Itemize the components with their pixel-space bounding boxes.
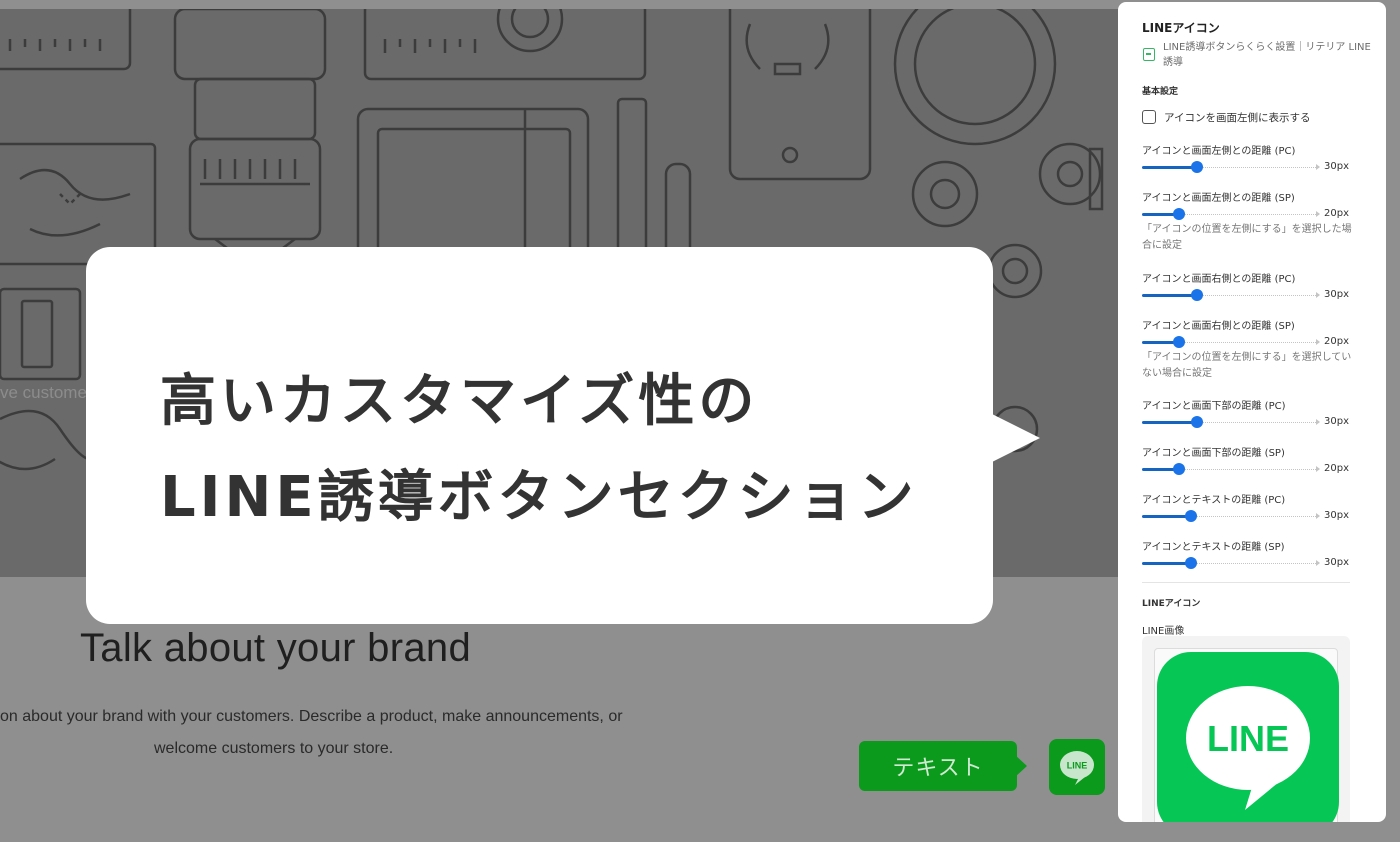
left-side-checkbox-label[interactable]: アイコンを画面左側に表示する: [1164, 110, 1310, 125]
app-block-icon: [1143, 48, 1155, 61]
slider-fill: [1142, 294, 1197, 297]
line-logo-icon: LINE: [1186, 686, 1310, 810]
line-badge-text: LINE: [1067, 761, 1088, 771]
section-heading-line-icon: LINEアイコン: [1142, 599, 1201, 609]
distance-slider[interactable]: [1142, 463, 1320, 475]
left-side-checkbox[interactable]: [1142, 110, 1156, 124]
slider-end-arrow-icon: [1316, 211, 1320, 217]
slider-thumb[interactable]: [1173, 463, 1185, 475]
slider-thumb[interactable]: [1191, 289, 1203, 301]
slider-end-arrow-icon: [1316, 292, 1320, 298]
slider-fill: [1142, 515, 1191, 518]
slider-value: 30px: [1324, 416, 1349, 427]
section-body-line-1: on about your brand with your customers.…: [0, 708, 623, 725]
slider-end-arrow-icon: [1316, 560, 1320, 566]
slider-thumb[interactable]: [1191, 416, 1203, 428]
slider-end-arrow-icon: [1316, 419, 1320, 425]
distance-slider[interactable]: [1142, 208, 1320, 220]
line-image-label: LINE画像: [1142, 626, 1185, 637]
distance-slider[interactable]: [1142, 161, 1320, 173]
line-logo-image: LINE: [1157, 652, 1339, 822]
slider-value: 20px: [1324, 463, 1349, 474]
line-logo-text: LINE: [1207, 718, 1289, 759]
panel-divider: [1142, 582, 1350, 583]
slider-label: アイコンと画面下部の距離 (SP): [1142, 448, 1285, 459]
distance-slider[interactable]: [1142, 510, 1320, 522]
distance-slider[interactable]: [1142, 416, 1320, 428]
line-image-picker[interactable]: LINE: [1142, 636, 1350, 822]
slider-value: 30px: [1324, 161, 1349, 172]
slider-fill: [1142, 562, 1191, 565]
section-body-line-2: welcome customers to your store.: [154, 740, 394, 757]
app-name: LINE誘導ボタンらくらく設置｜リテリア LINE誘導: [1163, 42, 1371, 68]
slider-thumb[interactable]: [1191, 161, 1203, 173]
slider-label: アイコンとテキストの距離 (PC): [1142, 495, 1286, 506]
section-heading-basic: 基本設定: [1142, 87, 1179, 97]
hero-overlay-text: ve custome: [0, 383, 87, 402]
callout-headline-line-2: LINE誘導ボタンセクション: [160, 465, 918, 530]
distance-slider[interactable]: [1142, 336, 1320, 348]
slider-thumb[interactable]: [1173, 208, 1185, 220]
callout-tail: [992, 414, 1040, 462]
callout-headline-line-1: 高いカスタマイズ性の: [160, 369, 759, 434]
slider-help-text: 「アイコンの位置を左側にする」を選択した場合に設定: [1142, 224, 1352, 251]
distance-slider[interactable]: [1142, 289, 1320, 301]
slider-end-arrow-icon: [1316, 466, 1320, 472]
text-bubble-tail: [1015, 755, 1027, 777]
slider-value: 30px: [1324, 510, 1349, 521]
slider-fill: [1142, 166, 1197, 169]
slider-value: 20px: [1324, 208, 1349, 219]
line-floating-icon[interactable]: LINE: [1049, 739, 1105, 795]
slider-help-text: 「アイコンの位置を左側にする」を選択していない場合に設定: [1142, 352, 1352, 379]
slider-thumb[interactable]: [1173, 336, 1185, 348]
slider-thumb[interactable]: [1185, 510, 1197, 522]
slider-label: アイコンと画面下部の距離 (PC): [1142, 401, 1286, 412]
slider-end-arrow-icon: [1316, 513, 1320, 519]
slider-label: アイコンと画面左側との距離 (PC): [1142, 146, 1296, 157]
panel-title: LINEアイコン: [1142, 21, 1220, 35]
slider-value: 30px: [1324, 557, 1349, 568]
slider-label: アイコンと画面右側との距離 (SP): [1142, 321, 1295, 332]
slider-thumb[interactable]: [1185, 557, 1197, 569]
slider-label: アイコンとテキストの距離 (SP): [1142, 542, 1285, 553]
slider-end-arrow-icon: [1316, 164, 1320, 170]
slider-fill: [1142, 421, 1197, 424]
slider-end-arrow-icon: [1316, 339, 1320, 345]
slider-value: 20px: [1324, 336, 1349, 347]
distance-slider[interactable]: [1142, 557, 1320, 569]
slider-label: アイコンと画面左側との距離 (SP): [1142, 193, 1295, 204]
section-heading: Talk about your brand: [80, 626, 471, 670]
slider-value: 30px: [1324, 289, 1349, 300]
line-chat-icon: LINE: [1060, 751, 1094, 785]
settings-panel: LINEアイコン LINE誘導ボタンらくらく設置｜リテリア LINE誘導 基本設…: [1118, 2, 1386, 822]
line-text-bubble[interactable]: テキスト: [859, 741, 1017, 791]
slider-label: アイコンと画面右側との距離 (PC): [1142, 274, 1296, 285]
